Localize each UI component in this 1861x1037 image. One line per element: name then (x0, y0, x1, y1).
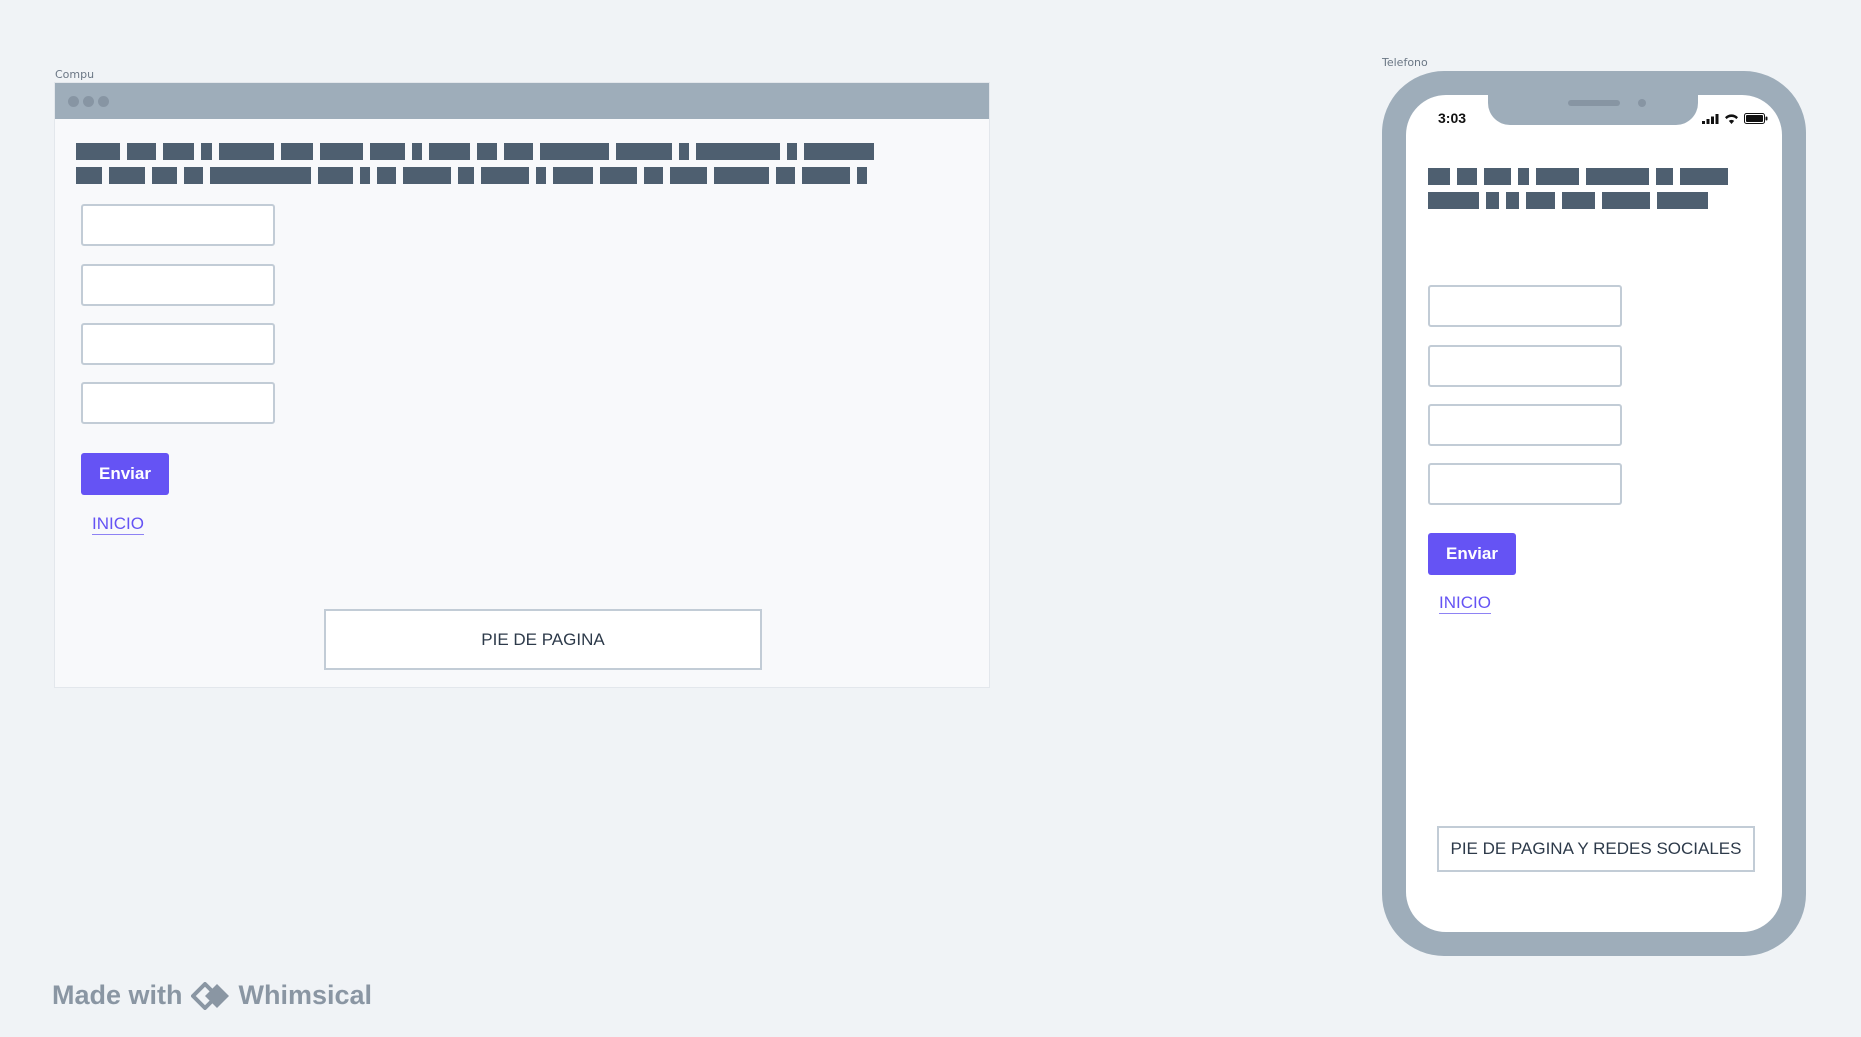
redacted-word (377, 167, 397, 184)
made-with-label: Made with (52, 980, 183, 1010)
redacted-word (1680, 168, 1729, 185)
redacted-word (1535, 168, 1580, 185)
redacted-word (1517, 168, 1529, 185)
redacted-word (280, 143, 313, 160)
redacted-line (76, 143, 874, 160)
redacted-line (76, 167, 874, 184)
redacted-word (539, 143, 610, 160)
redacted-word (616, 143, 672, 160)
camera-icon (1638, 99, 1646, 107)
status-time: 3:03 (1438, 110, 1467, 126)
form-input-1[interactable] (81, 204, 275, 246)
form-input-4[interactable] (1428, 463, 1622, 505)
status-icons (1702, 113, 1768, 124)
redacted-word (318, 167, 354, 184)
home-link[interactable]: INICIO (1439, 594, 1491, 614)
footer: PIE DE PAGINA (324, 609, 762, 670)
phone-screen: 3:03 Enviar INICIO PIE DE PAGINA Y REDES… (1406, 95, 1782, 932)
redacted-word (802, 167, 851, 184)
redacted-word (411, 143, 422, 160)
redacted-word (1602, 192, 1651, 209)
phone-frame: 3:03 Enviar INICIO PIE DE PAGINA Y REDES… (1382, 71, 1806, 956)
redacted-word (457, 167, 474, 184)
form-input-1[interactable] (1428, 285, 1622, 327)
redacted-word (600, 167, 637, 184)
redacted-word (183, 167, 203, 184)
redacted-word (428, 143, 470, 160)
made-with-whimsical: Made with Whimsical (52, 980, 372, 1011)
redacted-word (209, 167, 312, 184)
submit-button[interactable]: Enviar (1428, 533, 1516, 575)
redacted-word (1561, 192, 1596, 209)
redacted-word (503, 143, 533, 160)
redacted-word (1428, 192, 1480, 209)
redacted-word (76, 167, 103, 184)
redacted-word (76, 143, 120, 160)
redacted-word (786, 143, 797, 160)
redacted-word (714, 167, 770, 184)
redacted-word (162, 143, 195, 160)
redacted-word (1428, 168, 1451, 185)
redacted-paragraph (76, 143, 874, 191)
window-dot-icon (83, 96, 94, 107)
footer: PIE DE PAGINA Y REDES SOCIALES (1437, 826, 1755, 872)
redacted-word (109, 167, 146, 184)
redacted-word (1657, 192, 1709, 209)
redacted-word (857, 167, 868, 184)
redacted-word (803, 143, 874, 160)
phone-frame-label: Telefono (1382, 56, 1428, 69)
redacted-paragraph (1428, 168, 1729, 216)
form-input-4[interactable] (81, 382, 275, 424)
redacted-word (480, 167, 529, 184)
redacted-word (319, 143, 364, 160)
redacted-word (476, 143, 497, 160)
whimsical-logo-icon (190, 981, 229, 1010)
form-input-2[interactable] (81, 264, 275, 306)
redacted-word (535, 167, 546, 184)
home-link[interactable]: INICIO (92, 515, 144, 535)
redacted-word (776, 167, 796, 184)
redacted-word (218, 143, 274, 160)
wifi-icon (1725, 114, 1738, 124)
form-input-3[interactable] (1428, 404, 1622, 446)
redacted-word (643, 167, 663, 184)
speaker-icon (1568, 100, 1620, 106)
battery-icon (1744, 113, 1768, 124)
redacted-word (126, 143, 156, 160)
redacted-word (403, 167, 451, 184)
window-dot-icon (98, 96, 109, 107)
redacted-word (152, 167, 177, 184)
desktop-browser-frame: Enviar INICIO PIE DE PAGINA (55, 83, 989, 687)
form-input-3[interactable] (81, 323, 275, 365)
redacted-word (552, 167, 594, 184)
form-input-2[interactable] (1428, 345, 1622, 387)
desktop-frame-label: Compu (55, 68, 95, 81)
redacted-word (1655, 168, 1674, 185)
phone-notch (1488, 95, 1698, 125)
redacted-word (1483, 168, 1511, 185)
browser-title-bar (55, 83, 989, 119)
redacted-word (360, 167, 371, 184)
redacted-word (1457, 168, 1477, 185)
redacted-word (1525, 192, 1555, 209)
redacted-word (1586, 168, 1649, 185)
redacted-line (1428, 168, 1729, 185)
window-dot-icon (68, 96, 79, 107)
submit-button[interactable]: Enviar (81, 453, 169, 495)
redacted-word (678, 143, 689, 160)
redacted-word (370, 143, 405, 160)
signal-icon (1702, 114, 1719, 124)
redacted-word (201, 143, 212, 160)
redacted-word (669, 167, 708, 184)
brand-name: Whimsical (238, 980, 373, 1010)
redacted-word (695, 143, 780, 160)
redacted-word (1505, 192, 1519, 209)
redacted-word (1486, 192, 1499, 209)
redacted-line (1428, 192, 1728, 209)
